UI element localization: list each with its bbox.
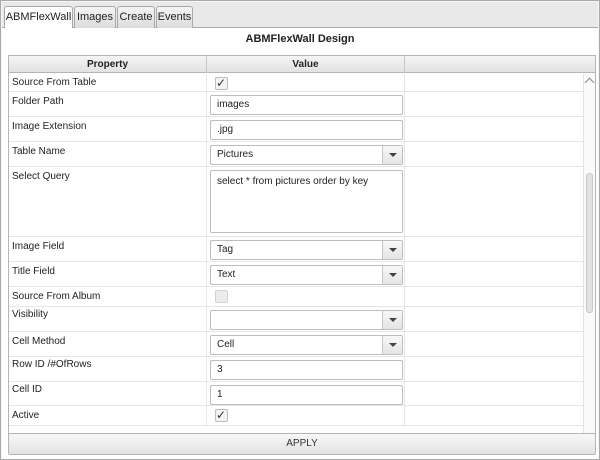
dropdown-button[interactable] bbox=[382, 146, 402, 164]
tab-content: ABMFlexWall Design Property Value Source… bbox=[2, 28, 598, 459]
dropdown-button[interactable] bbox=[382, 311, 402, 329]
table-row: Visibility bbox=[9, 307, 583, 332]
title-field-select[interactable]: Text bbox=[210, 265, 403, 285]
tab-abmflexwall[interactable]: ABMFlexWall bbox=[4, 6, 73, 29]
dropdown-button[interactable] bbox=[382, 241, 402, 259]
chevron-down-icon bbox=[389, 153, 397, 157]
property-label: Source From Table bbox=[12, 77, 97, 88]
image-extension-input[interactable]: .jpg bbox=[210, 120, 403, 140]
value-cell: select * from pictures order by key bbox=[207, 167, 405, 236]
property-label: Visibility bbox=[12, 309, 48, 320]
property-cell: Title Field bbox=[9, 262, 207, 286]
table-row: Source From Album bbox=[9, 287, 583, 307]
cell-id-input[interactable]: 1 bbox=[210, 385, 403, 405]
value-cell: Pictures bbox=[207, 142, 405, 166]
cell-method-select[interactable]: Cell bbox=[210, 335, 403, 355]
value-cell: Text bbox=[207, 262, 405, 286]
tab-bar: ABMFlexWall Images Create Events bbox=[2, 2, 598, 29]
property-label: Table Name bbox=[12, 146, 66, 157]
scrollbar-thumb[interactable] bbox=[586, 173, 593, 313]
value-cell: images bbox=[207, 92, 405, 116]
property-cell: Cell ID bbox=[9, 382, 207, 405]
flexwall-designer-window: ABMFlexWall Images Create Events ABMFlex… bbox=[0, 0, 600, 460]
property-label: Cell ID bbox=[12, 384, 43, 395]
property-label: Row ID /#OfRows bbox=[12, 359, 92, 370]
design-title: ABMFlexWall Design bbox=[245, 33, 355, 45]
value-cell: ✓ bbox=[207, 74, 405, 91]
tab-create[interactable]: Create bbox=[117, 6, 155, 28]
table-row: Active ✓ bbox=[9, 406, 583, 426]
tab-images[interactable]: Images bbox=[74, 6, 116, 28]
value-cell: ✓ bbox=[207, 406, 405, 425]
dropdown-button[interactable] bbox=[382, 336, 402, 354]
property-cell: Row ID /#OfRows bbox=[9, 357, 207, 381]
property-cell: Active bbox=[9, 406, 207, 425]
property-column-header[interactable]: Property bbox=[9, 56, 207, 73]
tab-events[interactable]: Events bbox=[156, 6, 193, 28]
property-cell: Source From Album bbox=[9, 287, 207, 306]
folder-path-input[interactable]: images bbox=[210, 95, 403, 115]
check-icon: ✓ bbox=[216, 408, 227, 422]
table-row: Title Field Text bbox=[9, 262, 583, 287]
value-cell bbox=[207, 287, 405, 306]
title-field-value: Text bbox=[217, 269, 236, 280]
vertical-scrollbar[interactable] bbox=[583, 74, 595, 452]
table-name-select[interactable]: Pictures bbox=[210, 145, 403, 165]
property-cell: Image Field bbox=[9, 237, 207, 261]
active-checkbox[interactable]: ✓ bbox=[215, 408, 228, 422]
property-cell: Source From Table bbox=[9, 74, 207, 91]
value-cell: Cell bbox=[207, 332, 405, 356]
table-row: Cell ID 1 bbox=[9, 382, 583, 406]
table-row: Image Field Tag bbox=[9, 237, 583, 262]
property-cell: Image Extension bbox=[9, 117, 207, 141]
property-label: Active bbox=[12, 410, 40, 421]
value-cell bbox=[207, 307, 405, 331]
chevron-down-icon bbox=[389, 343, 397, 347]
dropdown-button[interactable] bbox=[382, 266, 402, 284]
chevron-down-icon bbox=[389, 273, 397, 277]
table-name-value: Pictures bbox=[217, 149, 254, 160]
source-from-album-checkbox[interactable] bbox=[215, 290, 228, 303]
grid-header: Property Value bbox=[9, 56, 595, 73]
value-cell: .jpg bbox=[207, 117, 405, 141]
value-cell: Tag bbox=[207, 237, 405, 261]
image-field-select[interactable]: Tag bbox=[210, 240, 403, 260]
table-row: Select Query select * from pictures orde… bbox=[9, 167, 583, 237]
image-field-value: Tag bbox=[217, 244, 234, 255]
property-label: Image Extension bbox=[12, 121, 87, 132]
property-label: Select Query bbox=[12, 171, 70, 182]
select-query-textarea[interactable]: select * from pictures order by key bbox=[210, 170, 403, 233]
property-grid: Property Value Source From Table ✓ Folde… bbox=[8, 55, 596, 453]
table-row: Cell Method Cell bbox=[9, 332, 583, 357]
filler-column-header bbox=[405, 56, 595, 73]
property-cell: Folder Path bbox=[9, 92, 207, 116]
visibility-select[interactable] bbox=[210, 310, 403, 330]
property-label: Cell Method bbox=[12, 336, 66, 347]
apply-button[interactable]: APPLY bbox=[8, 433, 596, 455]
table-row: Image Extension .jpg bbox=[9, 117, 583, 142]
property-cell: Cell Method bbox=[9, 332, 207, 356]
row-id-input[interactable]: 3 bbox=[210, 360, 403, 380]
property-cell: Table Name bbox=[9, 142, 207, 166]
table-row: Table Name Pictures bbox=[9, 142, 583, 167]
table-row: Folder Path images bbox=[9, 92, 583, 117]
source-from-table-checkbox[interactable]: ✓ bbox=[215, 76, 228, 90]
check-icon: ✓ bbox=[216, 76, 227, 90]
property-cell: Select Query bbox=[9, 167, 207, 236]
property-label: Image Field bbox=[12, 241, 65, 252]
table-row: Row ID /#OfRows 3 bbox=[9, 357, 583, 382]
property-label: Source From Album bbox=[12, 291, 101, 302]
property-label: Folder Path bbox=[12, 96, 64, 107]
table-row: Source From Table ✓ bbox=[9, 74, 583, 92]
value-cell: 1 bbox=[207, 382, 405, 405]
chevron-down-icon bbox=[389, 318, 397, 322]
property-label: Title Field bbox=[12, 266, 55, 277]
property-cell: Visibility bbox=[9, 307, 207, 331]
value-column-header[interactable]: Value bbox=[207, 56, 405, 73]
scroll-up-icon[interactable] bbox=[584, 77, 595, 88]
value-cell: 3 bbox=[207, 357, 405, 381]
cell-method-value: Cell bbox=[217, 339, 235, 350]
chevron-down-icon bbox=[389, 248, 397, 252]
